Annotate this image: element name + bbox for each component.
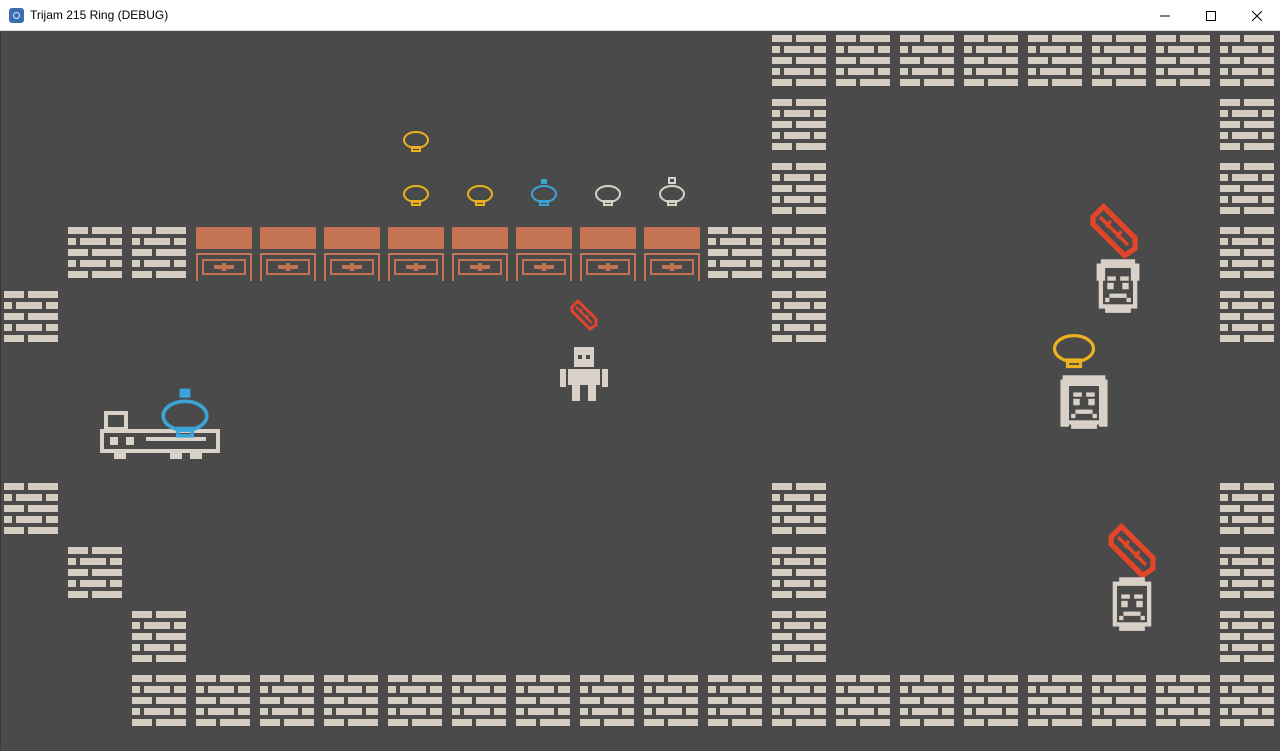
minimize-button[interactable] xyxy=(1142,0,1188,31)
brick-wall-tile xyxy=(128,671,192,735)
brick-wall-tile xyxy=(960,31,1024,95)
brick-wall-tile xyxy=(704,223,768,287)
bald-villager xyxy=(1102,573,1162,638)
brick-wall-tile xyxy=(320,671,384,735)
godot-engine-icon xyxy=(9,8,24,23)
long-haired-villager xyxy=(1054,371,1114,436)
brick-wall-tile xyxy=(1088,31,1152,95)
brick-wall-tile xyxy=(768,159,832,223)
brick-wall-tile xyxy=(1024,671,1088,735)
brick-wall-tile xyxy=(896,671,960,735)
brick-wall-tile xyxy=(0,287,64,351)
silver-ring-icon xyxy=(592,177,624,214)
brick-wall-tile xyxy=(1216,223,1280,287)
close-button[interactable] xyxy=(1234,0,1280,31)
brick-wall-tile xyxy=(192,671,256,735)
brick-wall-tile xyxy=(1216,287,1280,351)
brick-wall-tile xyxy=(1024,31,1088,95)
brick-wall-tile xyxy=(768,31,832,95)
brick-wall-tile xyxy=(768,607,832,671)
brick-wall-tile xyxy=(960,671,1024,735)
shop-counter-panel xyxy=(192,223,256,287)
brick-wall-tile xyxy=(1216,671,1280,735)
brick-wall-tile xyxy=(1216,95,1280,159)
brick-wall-tile xyxy=(768,95,832,159)
grumpy-villager xyxy=(1088,255,1148,320)
brick-wall-tile xyxy=(768,223,832,287)
brick-wall-tile xyxy=(1216,31,1280,95)
blue-gem-ring-icon xyxy=(528,177,560,214)
shop-counter-panel xyxy=(320,223,384,287)
brick-wall-tile xyxy=(1088,671,1152,735)
game-viewport[interactable] xyxy=(0,31,1280,751)
minimize-icon xyxy=(1160,15,1170,16)
gold-ring-icon xyxy=(464,177,496,214)
shop-counter-panel xyxy=(448,223,512,287)
shop-counter-panel xyxy=(384,223,448,287)
gold-ring-icon xyxy=(400,123,432,160)
brick-wall-tile xyxy=(128,607,192,671)
brick-wall-tile xyxy=(64,543,128,607)
gold-ring-icon xyxy=(1048,321,1100,378)
brick-wall-tile xyxy=(896,31,960,95)
brick-wall-tile xyxy=(576,671,640,735)
brick-wall-tile xyxy=(1216,543,1280,607)
shop-counter-panel xyxy=(576,223,640,287)
brick-wall-tile xyxy=(256,671,320,735)
brick-wall-tile xyxy=(832,31,896,95)
window-title: Trijam 215 Ring (DEBUG) xyxy=(30,8,169,22)
brick-wall-tile xyxy=(1216,479,1280,543)
shop-counter-panel xyxy=(256,223,320,287)
brick-wall-tile xyxy=(1152,31,1216,95)
brick-wall-tile xyxy=(384,671,448,735)
shop-counter-panel xyxy=(512,223,576,287)
brick-wall-tile xyxy=(768,479,832,543)
brick-wall-tile xyxy=(128,223,192,287)
shopkeeper-player xyxy=(556,343,612,408)
brick-wall-tile xyxy=(768,671,832,735)
brick-wall-tile xyxy=(768,543,832,607)
brick-wall-tile xyxy=(1216,159,1280,223)
brick-wall-tile xyxy=(448,671,512,735)
red-crystal-icon xyxy=(568,298,600,336)
close-icon xyxy=(1252,10,1262,21)
gold-ring-icon xyxy=(400,177,432,214)
brick-wall-tile xyxy=(704,671,768,735)
viewport-edge xyxy=(0,31,1,751)
maximize-button[interactable] xyxy=(1188,0,1234,31)
brick-wall-tile xyxy=(64,223,128,287)
brick-wall-tile xyxy=(0,479,64,543)
shop-counter-panel xyxy=(640,223,704,287)
brick-wall-tile xyxy=(832,671,896,735)
brick-wall-tile xyxy=(1152,671,1216,735)
brick-wall-tile xyxy=(640,671,704,735)
brick-wall-tile xyxy=(1216,607,1280,671)
blue-gem-ring-icon xyxy=(156,385,214,448)
diamond-ring-icon xyxy=(656,177,688,214)
brick-wall-tile xyxy=(512,671,576,735)
maximize-icon xyxy=(1206,10,1216,21)
window-titlebar[interactable]: Trijam 215 Ring (DEBUG) xyxy=(0,0,1280,31)
brick-wall-tile xyxy=(768,287,832,351)
